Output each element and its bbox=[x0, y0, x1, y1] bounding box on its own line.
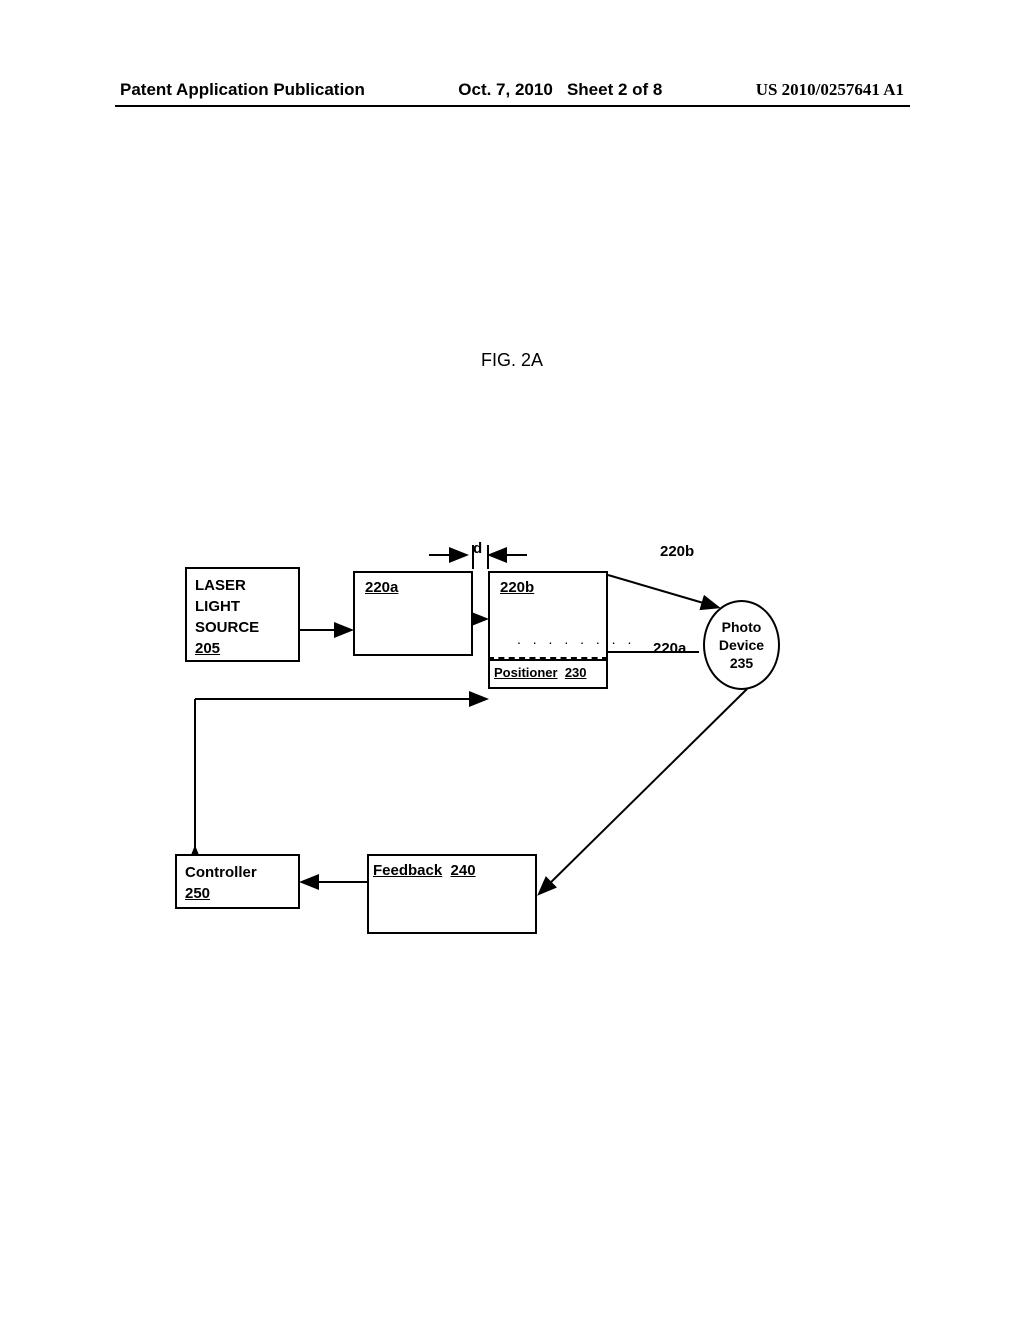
controller-box: Controller 250 bbox=[175, 854, 300, 909]
photo-device-ellipse: Photo Device 235 bbox=[703, 600, 780, 690]
page-header: Patent Application Publication Oct. 7, 2… bbox=[0, 80, 1024, 100]
box-220a: 220a bbox=[353, 571, 473, 656]
header-publication-type: Patent Application Publication bbox=[120, 80, 365, 100]
gap-d-label: d bbox=[473, 540, 482, 557]
feedback-box: Feedback 240 bbox=[367, 854, 537, 934]
header-publication-number: US 2010/0257641 A1 bbox=[756, 80, 904, 100]
dots-separator: . . . . . . . . bbox=[517, 631, 635, 647]
label-220b-top: 220b bbox=[660, 543, 694, 560]
positioner-box: Positioner 230 bbox=[488, 659, 608, 689]
header-divider bbox=[115, 105, 910, 107]
label-220a-side: 220a bbox=[653, 640, 686, 657]
figure-title: FIG. 2A bbox=[0, 350, 1024, 371]
header-date-sheet: Oct. 7, 2010 Sheet 2 of 8 bbox=[458, 80, 662, 100]
block-diagram: d 220b 220a LASER LIGHT SOURCE 205 220a … bbox=[175, 545, 855, 995]
laser-light-source-box: LASER LIGHT SOURCE 205 bbox=[185, 567, 300, 662]
